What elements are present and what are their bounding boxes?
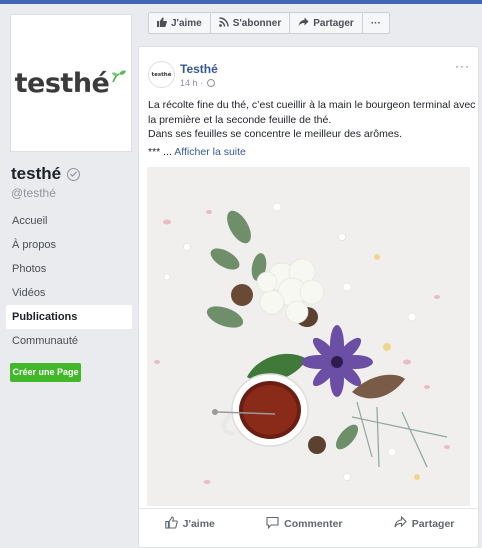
thumbs-up-outline-icon [164,515,183,532]
comment-label: Commenter [284,517,343,530]
page-nav: Accueil À propos Photos Vidéos Publicati… [6,209,132,353]
post-share-button[interactable]: Partager [394,515,455,531]
comment-button[interactable]: Commenter [266,516,343,532]
post-card: testhé Testhé 14 h · ··· La récolte fine… [138,46,480,548]
post-avatar-text: testhé [151,71,172,78]
rss-icon [218,16,233,30]
page-handle[interactable]: @testhé [11,186,56,200]
nav-item-photos[interactable]: Photos [6,257,132,281]
post-text-line1: La récolte fine du thé, c’est cueillir à… [148,99,476,126]
post-see-more: *** ... Afficher la suite [148,146,246,158]
post-avatar[interactable]: testhé [148,61,175,88]
post-options-button[interactable]: ··· [455,59,470,73]
thumbs-up-icon [157,17,171,30]
post-author-link[interactable]: Testhé [180,62,218,76]
page-action-bar: J'aime S'abonner Partager ··· [148,12,390,34]
verified-check-icon [67,167,81,181]
post-share-label: Partager [411,517,455,530]
comment-bubble-icon [266,516,284,532]
globe-icon [207,79,216,87]
post-text-line2: Dans ses feuilles se concentre le meille… [148,128,402,140]
post-action-bar: J'aime Commenter Partager [139,508,480,538]
nav-item-videos[interactable]: Vidéos [6,281,132,305]
leaf-icon [111,69,127,88]
see-more-link[interactable]: Afficher la suite [174,146,246,158]
post-ellipsis: *** ... [148,146,172,158]
page-name-text: testhé [11,164,62,183]
page-share-label: Partager [313,17,354,29]
post-like-label: J'aime [182,517,215,530]
post-text: La récolte fine du thé, c’est cueillir à… [148,98,476,142]
logo-text: testhé [14,67,110,99]
more-options-button[interactable]: ··· [363,13,389,33]
tea-flowers-illustration [147,167,470,506]
follow-button[interactable]: S'abonner [211,13,291,33]
page-share-button[interactable]: Partager [290,13,363,33]
post-meta: 14 h · [180,78,216,88]
nav-item-communaute[interactable]: Communauté [6,329,132,353]
page-name[interactable]: testhé [11,164,81,184]
nav-item-accueil[interactable]: Accueil [6,209,132,233]
post-like-button[interactable]: J'aime [164,515,215,532]
page-profile-picture[interactable]: testhé [10,14,132,152]
nav-item-publications[interactable]: Publications [6,305,132,329]
page-like-button[interactable]: J'aime [149,13,211,33]
share-arrow-outline-icon [394,515,412,531]
left-sidebar: testhé testhé @testhé Accueil À propos P… [0,4,138,548]
post-timestamp[interactable]: 14 h · [180,78,203,88]
follow-label: S'abonner [232,17,282,29]
post-photo[interactable] [147,167,470,506]
create-page-button[interactable]: Créer une Page [10,363,81,382]
share-arrow-icon [298,17,313,30]
page-like-label: J'aime [171,17,202,29]
nav-item-a-propos[interactable]: À propos [6,233,132,257]
